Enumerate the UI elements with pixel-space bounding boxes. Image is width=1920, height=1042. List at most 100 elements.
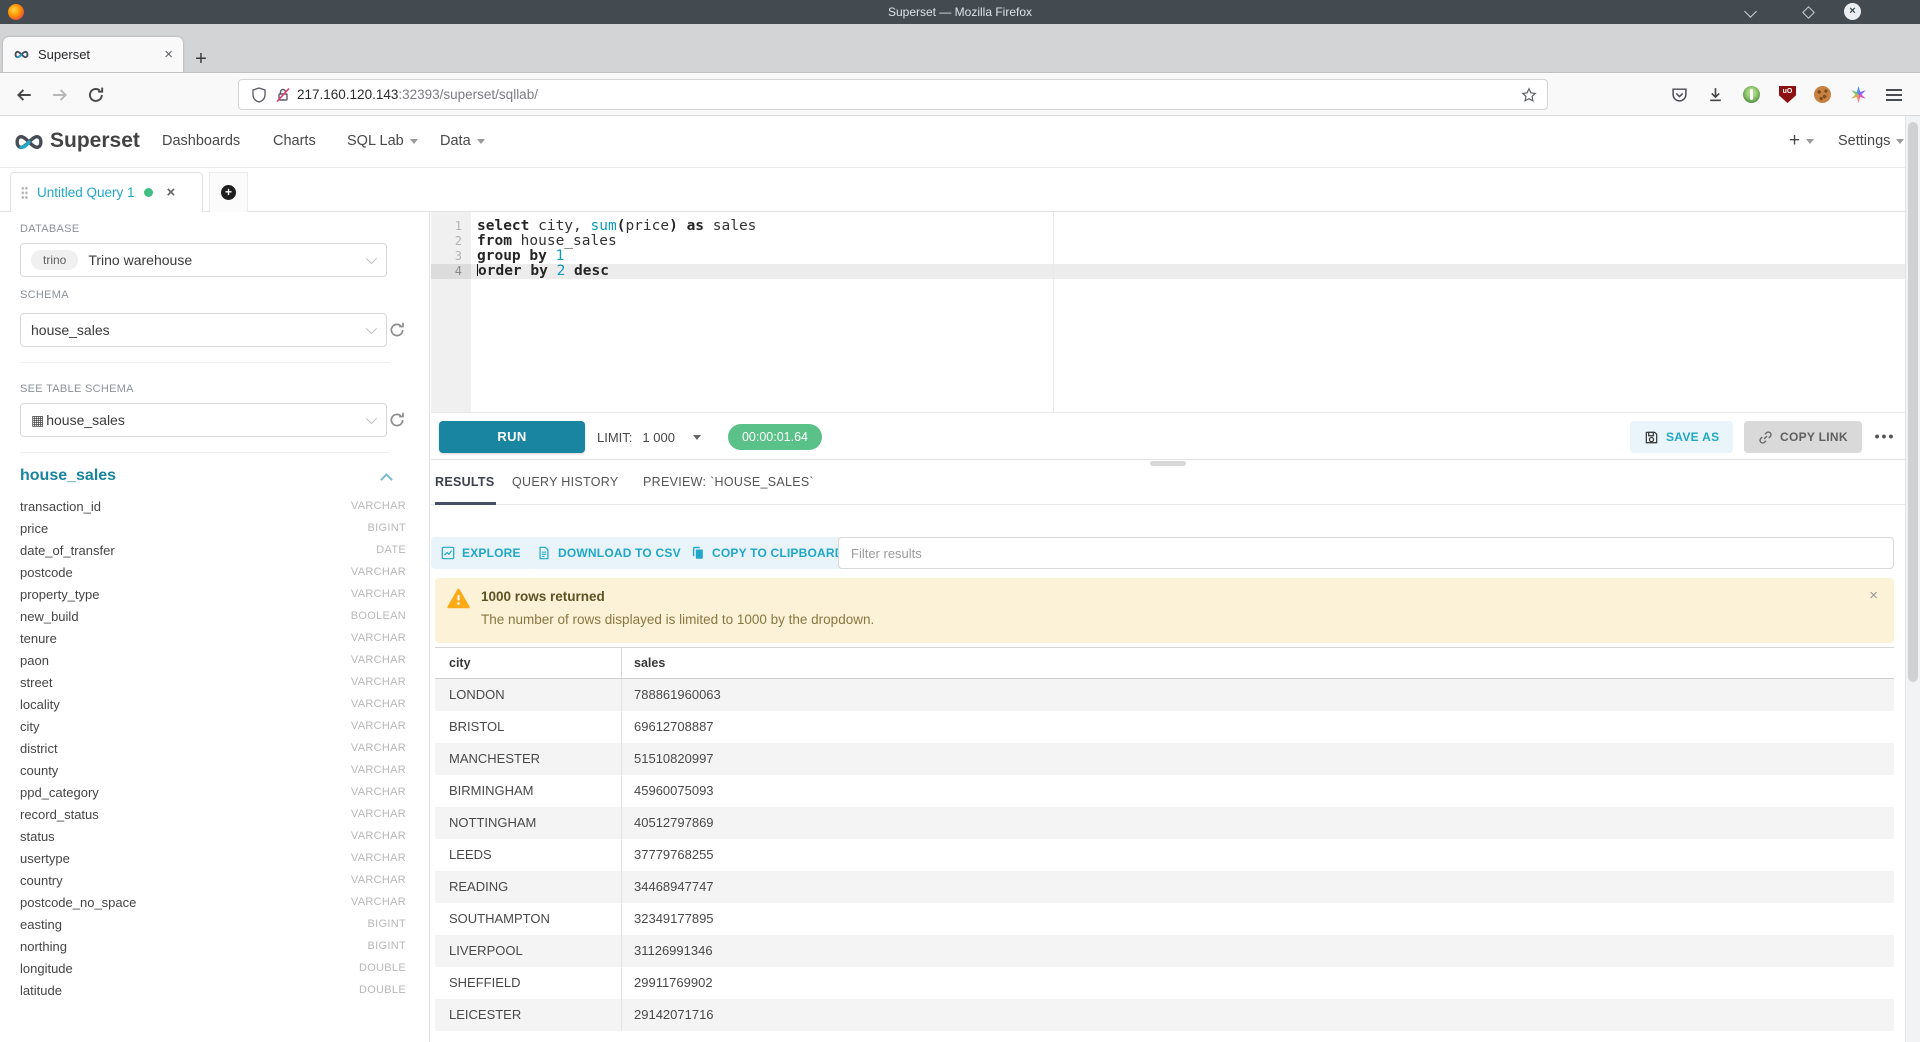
- alert-title: 1000 rows returned: [481, 589, 605, 604]
- limit-dropdown[interactable]: LIMIT: 1 000: [597, 413, 701, 461]
- results-column-header[interactable]: city: [435, 648, 622, 678]
- column-type: DOUBLE: [359, 984, 406, 996]
- results-actions: EXPLORE DOWNLOAD TO CSV COPY TO CLIPBOAR…: [431, 537, 1905, 569]
- cell-sales: 51510820997: [622, 743, 1894, 775]
- download-csv-button[interactable]: DOWNLOAD TO CSV: [527, 537, 691, 569]
- bookmark-star-icon[interactable]: [1521, 87, 1537, 103]
- column-name: country: [20, 873, 63, 888]
- cell-city: LIVERPOOL: [435, 935, 622, 967]
- menu-hamburger-icon[interactable]: [1886, 89, 1902, 101]
- superset-logo-icon[interactable]: [12, 129, 46, 155]
- results-table-row: LEICESTER29142071716: [435, 999, 1894, 1031]
- browser-tab-close-icon[interactable]: ×: [164, 47, 173, 62]
- column-type: VARCHAR: [351, 698, 406, 710]
- column-type: VARCHAR: [351, 852, 406, 864]
- refresh-schema-icon[interactable]: [388, 321, 406, 339]
- table-title[interactable]: house_sales: [20, 467, 116, 485]
- database-select[interactable]: trino Trino warehouse: [20, 243, 387, 277]
- nav-item-dashboards[interactable]: Dashboards: [162, 133, 240, 149]
- schema-select[interactable]: house_sales: [20, 313, 387, 347]
- pocket-icon[interactable]: [1671, 86, 1688, 103]
- filter-results-input[interactable]: [838, 537, 1894, 569]
- schema-column-row: statusVARCHAR: [20, 825, 406, 847]
- column-type: VARCHAR: [351, 720, 406, 732]
- schema-column-row: ppd_category VARCHAR: [20, 781, 406, 803]
- lock-insecure-icon[interactable]: [275, 87, 291, 103]
- column-name: postcode_no_space: [20, 895, 136, 910]
- more-options-icon[interactable]: •••: [1868, 421, 1902, 453]
- cell-city: MANCHESTER: [435, 743, 622, 775]
- column-type: VARCHAR: [351, 786, 406, 798]
- results-table-row: BIRMINGHAM45960075093: [435, 775, 1894, 807]
- column-name: latitude: [20, 983, 62, 998]
- reload-icon[interactable]: [87, 86, 105, 104]
- copy-clipboard-button[interactable]: COPY TO CLIPBOARD: [681, 537, 854, 569]
- shield-icon[interactable]: [251, 87, 267, 103]
- explore-button[interactable]: EXPLORE: [431, 537, 531, 569]
- editor-code-line[interactable]: from house_sales: [471, 234, 1905, 249]
- url-bar[interactable]: 217.160.120.143:32393/superset/sqllab/: [238, 79, 1548, 110]
- nav-item-data[interactable]: Data: [440, 133, 485, 149]
- editor-code-line[interactable]: select city, sum(price) as sales: [471, 219, 1905, 234]
- schema-column-row: paonVARCHAR: [20, 649, 406, 671]
- scrollbar-thumb[interactable]: [1908, 122, 1918, 682]
- chevron-down-icon: [366, 253, 377, 264]
- schema-column-row: district VARCHAR: [20, 737, 406, 759]
- table-schema-select[interactable]: ▦ house_sales: [20, 403, 387, 437]
- ublock-icon[interactable]: uO: [1779, 86, 1796, 103]
- tab-query-history[interactable]: QUERY HISTORY: [512, 475, 618, 489]
- column-name: district: [20, 741, 58, 756]
- alert-body: The number of rows displayed is limited …: [481, 612, 874, 627]
- column-type: VARCHAR: [351, 742, 406, 754]
- query-tab[interactable]: Untitled Query 1 ×: [10, 172, 203, 212]
- chevron-up-icon[interactable]: [380, 473, 393, 486]
- add-new-button[interactable]: +: [1789, 130, 1814, 152]
- nav-item-charts[interactable]: Charts: [273, 133, 316, 149]
- results-column-header[interactable]: sales: [622, 648, 1894, 678]
- browser-tab[interactable]: Superset ×: [3, 37, 183, 72]
- results-table: citysales LONDON788861960063BRISTOL69612…: [435, 647, 1894, 1031]
- column-name: longitude: [20, 961, 73, 976]
- column-name: usertype: [20, 851, 70, 866]
- brand-name[interactable]: Superset: [50, 129, 140, 153]
- column-type: VARCHAR: [351, 632, 406, 644]
- refresh-table-icon[interactable]: [388, 411, 406, 429]
- editor-code[interactable]: select city, sum(price) as salesfrom hou…: [471, 219, 1905, 279]
- add-query-tab[interactable]: +: [209, 172, 248, 212]
- download-icon[interactable]: [1707, 86, 1724, 103]
- editor-code-line[interactable]: group by 1: [471, 249, 1905, 264]
- tab-results[interactable]: RESULTS: [435, 475, 495, 489]
- alert-close-icon[interactable]: ×: [1869, 587, 1878, 604]
- window-close-icon[interactable]: ×: [1844, 3, 1861, 20]
- editor-line-number: 3: [431, 249, 471, 264]
- drag-handle-icon[interactable]: [21, 186, 28, 199]
- clipboard-icon: [691, 546, 705, 560]
- cell-city: SOUTHAMPTON: [435, 903, 622, 935]
- editor-code-line[interactable]: order by 2 desc: [471, 264, 1905, 279]
- copy-link-button[interactable]: COPY LINK: [1744, 421, 1862, 453]
- column-type: VARCHAR: [351, 654, 406, 666]
- sql-editor[interactable]: 1234 select city, sum(price) as salesfro…: [431, 212, 1905, 412]
- browser-toolbar: 217.160.120.143:32393/superset/sqllab/ u…: [0, 72, 1920, 116]
- schema-column-row: eastingBIGINT: [20, 913, 406, 935]
- back-icon[interactable]: [15, 86, 33, 104]
- url-text[interactable]: 217.160.120.143:32393/superset/sqllab/: [297, 80, 538, 109]
- page-scrollbar[interactable]: [1905, 116, 1920, 1042]
- run-button[interactable]: RUN: [439, 421, 585, 453]
- column-type: VARCHAR: [351, 808, 406, 820]
- settings-menu[interactable]: Settings: [1838, 133, 1904, 149]
- editor-line-number: 1: [431, 219, 471, 234]
- tab-preview-table[interactable]: PREVIEW: `HOUSE_SALES`: [643, 475, 814, 489]
- cookie-extension-icon[interactable]: [1814, 86, 1831, 103]
- schema-column-row: new_buildBOOLEAN: [20, 605, 406, 627]
- green-extension-icon[interactable]: [1743, 86, 1760, 103]
- asterisk-extension-icon[interactable]: [1850, 86, 1867, 103]
- nav-item-sql-lab[interactable]: SQL Lab: [347, 133, 418, 149]
- forward-icon[interactable]: [51, 86, 69, 104]
- limit-value: 1 000: [642, 430, 675, 445]
- column-type: BOOLEAN: [351, 610, 406, 622]
- column-name: ppd_category: [20, 785, 99, 800]
- save-as-button[interactable]: SAVE AS: [1630, 421, 1733, 453]
- query-tab-close-icon[interactable]: ×: [167, 184, 176, 201]
- new-tab-button[interactable]: +: [190, 49, 212, 71]
